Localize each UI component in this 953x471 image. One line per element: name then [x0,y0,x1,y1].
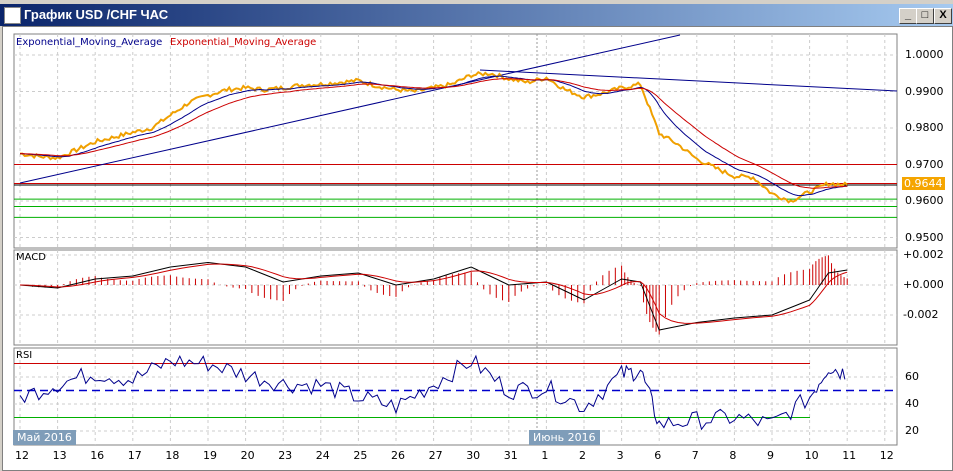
legend-ema-fast: Exponential_Moving_Average [16,37,163,48]
x-tick-label: 20 [240,449,255,462]
rsi-tick-label: 60 [905,370,919,383]
macd-tick-label: +0.002 [903,248,944,261]
rsi-tick-label: 40 [905,397,919,410]
price-tick-label: 0.9900 [905,84,944,98]
panel-frame [13,347,898,446]
x-tick-label: 9 [767,449,774,462]
month-label: Май 2016 [13,430,76,445]
macd-label: MACD [16,252,46,263]
x-tick-label: 19 [203,449,217,462]
current-price-tag: 0.9644 [902,177,945,190]
x-tick-label: 24 [315,449,330,462]
x-tick-label: 31 [503,449,518,462]
price-tick-label: 0.9700 [905,157,944,171]
x-tick-label: 12 [879,449,894,462]
x-tick-label: 11 [842,449,857,462]
price-tick-label: 0.9500 [905,230,944,244]
panel-frame [13,33,898,249]
x-tick-label: 26 [391,449,405,462]
rsi-label: RSI [16,350,33,361]
x-tick-label: 23 [278,449,293,462]
x-tick-label: 17 [127,449,142,462]
x-tick-label: 25 [353,449,368,462]
macd-tick-label: -0.002 [903,308,939,321]
x-tick-label: 6 [654,449,662,462]
x-tick-label: 3 [616,449,624,462]
x-tick-label: 27 [428,449,443,462]
price-tick-label: 1.0000 [905,48,944,61]
legend-ema-slow: Exponential_Moving_Average [170,37,317,48]
x-tick-label: 12 [15,449,29,462]
x-tick-label: 1 [541,449,549,462]
x-tick-label: 16 [90,449,105,462]
chart-canvas[interactable] [0,0,953,471]
panel-frame [13,249,898,346]
x-tick-label: 30 [466,449,481,462]
x-tick-label: 10 [804,449,819,462]
x-tick-label: 13 [52,449,67,462]
macd-tick-label: +0.000 [903,278,944,291]
x-tick-label: 7 [691,449,699,462]
rsi-tick-label: 20 [905,424,919,437]
price-tick-label: 0.9600 [905,194,944,207]
x-tick-label: 8 [729,449,737,462]
x-tick-label: 2 [579,449,586,462]
price-tick-label: 0.9800 [905,121,944,134]
x-tick-label: 18 [165,449,180,462]
month-label: Июнь 2016 [529,430,600,445]
